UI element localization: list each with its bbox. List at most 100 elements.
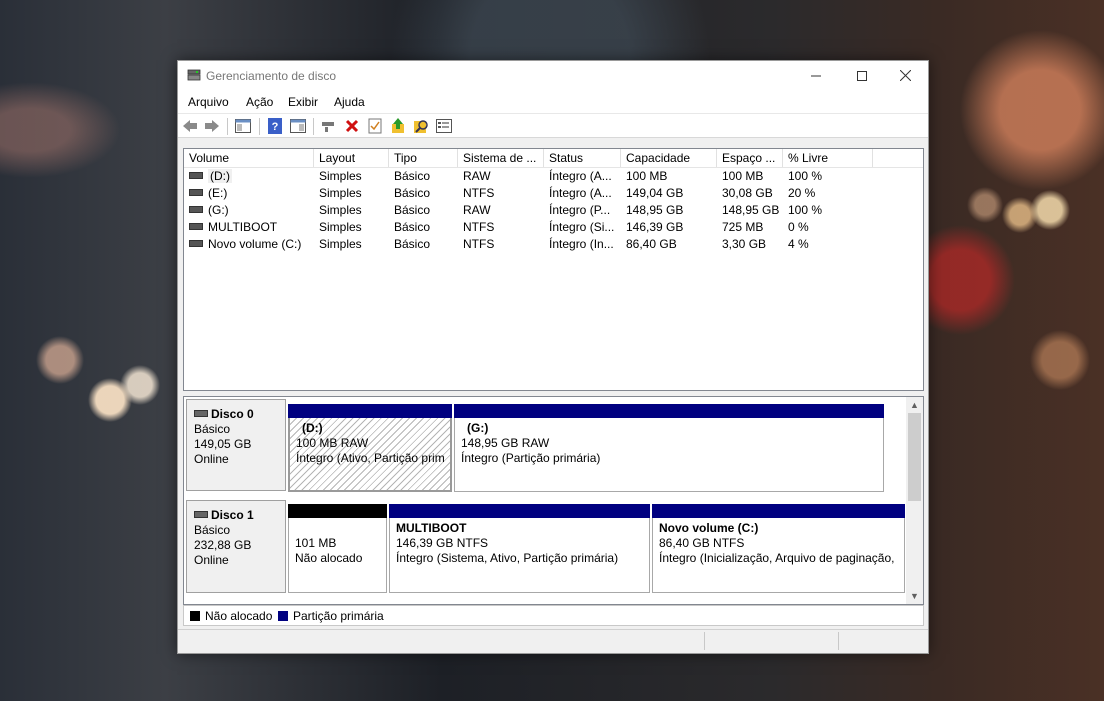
- menu-ajuda[interactable]: Ajuda: [334, 95, 365, 109]
- volume-name: (D:): [208, 169, 232, 183]
- partition-body: (G:) 148,95 GB RAW Íntegro (Partição pri…: [454, 418, 884, 492]
- volume-cell: Íntegro (A...: [549, 186, 612, 200]
- partition-size: 101 MB: [295, 536, 337, 550]
- col-capacidade[interactable]: Capacidade: [621, 149, 717, 167]
- partition-c[interactable]: Novo volume (C:) 86,40 GB NTFS Íntegro (…: [652, 504, 905, 593]
- scroll-up-icon[interactable]: ▲: [906, 397, 923, 413]
- volume-cell: Básico: [394, 220, 431, 234]
- volume-cell: RAW: [463, 169, 491, 183]
- partition-d[interactable]: (D:) 100 MB RAW Íntegro (Ativo, Partição…: [288, 404, 452, 492]
- volume-cell: 148,95 GB: [722, 203, 780, 217]
- volume-cell: 148,95 GB: [626, 203, 684, 217]
- volume-row[interactable]: MULTIBOOT Simples Básico NTFS Íntegro (Si...…: [184, 219, 923, 236]
- close-button[interactable]: [882, 61, 928, 91]
- menu-arquivo[interactable]: Arquivo: [188, 95, 229, 109]
- delete-icon[interactable]: [344, 118, 360, 134]
- window-title: Gerenciamento de disco: [206, 69, 337, 83]
- disk-icon: [194, 409, 208, 417]
- forward-icon[interactable]: [204, 118, 220, 134]
- volume-name: (G:): [208, 203, 229, 217]
- partition-bar: [652, 504, 905, 518]
- check-icon[interactable]: [367, 118, 383, 134]
- partition-body: MULTIBOOT 146,39 GB NTFS Íntegro (Sistem…: [389, 518, 650, 593]
- volume-cell: RAW: [463, 203, 491, 217]
- help-icon[interactable]: ?: [267, 118, 283, 134]
- volume-cell: 100 %: [788, 203, 823, 217]
- disk-state: Online: [194, 553, 229, 567]
- volume-cell: Simples: [319, 169, 362, 183]
- volume-cell: Básico: [394, 237, 431, 251]
- scroll-thumb[interactable]: [908, 413, 921, 501]
- menu-exibir[interactable]: Exibir: [288, 95, 318, 109]
- partition-size: 100 MB RAW: [296, 436, 369, 450]
- col-tipo[interactable]: Tipo: [389, 149, 458, 167]
- partition-size: 148,95 GB RAW: [461, 436, 550, 450]
- disk-info[interactable]: Disco 0 Básico 149,05 GB Online: [186, 399, 286, 491]
- partition-status: Não alocado: [295, 551, 363, 565]
- volume-list[interactable]: Volume Layout Tipo Sistema de ... Status…: [183, 148, 924, 391]
- maximize-button[interactable]: [839, 61, 885, 91]
- console-tree-icon[interactable]: [235, 118, 251, 134]
- partition-unallocated[interactable]: 101 MB Não alocado: [288, 504, 387, 593]
- col-volume[interactable]: Volume: [184, 149, 314, 167]
- scroll-down-icon[interactable]: ▼: [906, 588, 923, 604]
- volume-cell: 100 %: [788, 169, 823, 183]
- console-icon[interactable]: [436, 118, 452, 134]
- partition-title: MULTIBOOT: [396, 521, 467, 535]
- partition-status: Íntegro (Partição primária): [461, 451, 601, 465]
- disk-name: Disco 1: [211, 508, 254, 522]
- volume-cell: 149,04 GB: [626, 186, 684, 200]
- volume-cell: 30,08 GB: [722, 186, 773, 200]
- toolbar-separator: [313, 118, 314, 135]
- disk-icon: [194, 510, 208, 518]
- volume-cell: Básico: [394, 186, 431, 200]
- partition-bar: [288, 404, 452, 418]
- properties-icon[interactable]: [290, 118, 306, 134]
- col-status[interactable]: Status: [544, 149, 621, 167]
- toolbar-separator: [227, 118, 228, 135]
- status-separator: [838, 632, 839, 650]
- volume-row[interactable]: (G:) Simples Básico RAW Íntegro (P... 148,95 …: [184, 202, 923, 219]
- partition-title: (G:): [467, 421, 489, 435]
- minimize-button[interactable]: [793, 61, 839, 91]
- col-livre[interactable]: % Livre: [783, 149, 873, 167]
- volume-row[interactable]: Novo volume (C:) Simples Básico NTFS Íntegro…: [184, 236, 923, 253]
- disk-size: 149,05 GB: [194, 437, 252, 451]
- volume-name-cell: (E:): [184, 185, 314, 202]
- disk-type: Básico: [194, 523, 231, 537]
- volume-cell: Simples: [319, 237, 362, 251]
- volume-icon: [189, 172, 203, 180]
- volume-name-cell: (D:): [184, 168, 314, 185]
- volume-cell: 4 %: [788, 237, 809, 251]
- disk-graphical-view: Disco 0 Básico 149,05 GB Online (D:) 100…: [183, 396, 924, 605]
- partition-multiboot[interactable]: MULTIBOOT 146,39 GB NTFS Íntegro (Sistem…: [389, 504, 650, 593]
- volume-row[interactable]: (D:) Simples Básico RAW Íntegro (A... 100 MB 1…: [184, 168, 923, 185]
- search-icon[interactable]: [413, 118, 429, 134]
- svg-text:?: ?: [272, 121, 279, 133]
- col-layout[interactable]: Layout: [314, 149, 389, 167]
- partition-size: 86,40 GB NTFS: [659, 536, 745, 550]
- disk-info[interactable]: Disco 1 Básico 232,88 GB Online: [186, 500, 286, 593]
- title-bar[interactable]: Gerenciamento de disco: [178, 61, 928, 91]
- volume-cell: 3,30 GB: [722, 237, 767, 251]
- disk-row: Disco 0 Básico 149,05 GB Online (D:) 100…: [184, 397, 906, 497]
- volume-cell: Simples: [319, 220, 362, 234]
- volume-cell: NTFS: [463, 220, 495, 234]
- disk-name: Disco 0: [211, 407, 254, 421]
- volume-row[interactable]: (E:) Simples Básico NTFS Íntegro (A... 149,04…: [184, 185, 923, 202]
- volume-name-cell: (G:): [184, 202, 314, 219]
- volume-cell: 100 MB: [626, 169, 668, 183]
- menu-acao[interactable]: Ação: [246, 95, 273, 109]
- partition-g[interactable]: (G:) 148,95 GB RAW Íntegro (Partição pri…: [454, 404, 884, 492]
- volume-cell: Íntegro (P...: [549, 203, 611, 217]
- import-icon[interactable]: [390, 118, 406, 134]
- col-espaco[interactable]: Espaço ...: [717, 149, 783, 167]
- partition-body: Novo volume (C:) 86,40 GB NTFS Íntegro (…: [652, 518, 905, 593]
- connect-icon[interactable]: [321, 118, 337, 134]
- disk-size: 232,88 GB: [194, 538, 252, 552]
- col-sistema[interactable]: Sistema de ...: [458, 149, 544, 167]
- vertical-scrollbar[interactable]: ▲ ▼: [906, 397, 923, 604]
- back-icon[interactable]: [182, 118, 198, 134]
- partition-bar: [389, 504, 650, 518]
- volume-name: Novo volume (C:): [208, 237, 302, 251]
